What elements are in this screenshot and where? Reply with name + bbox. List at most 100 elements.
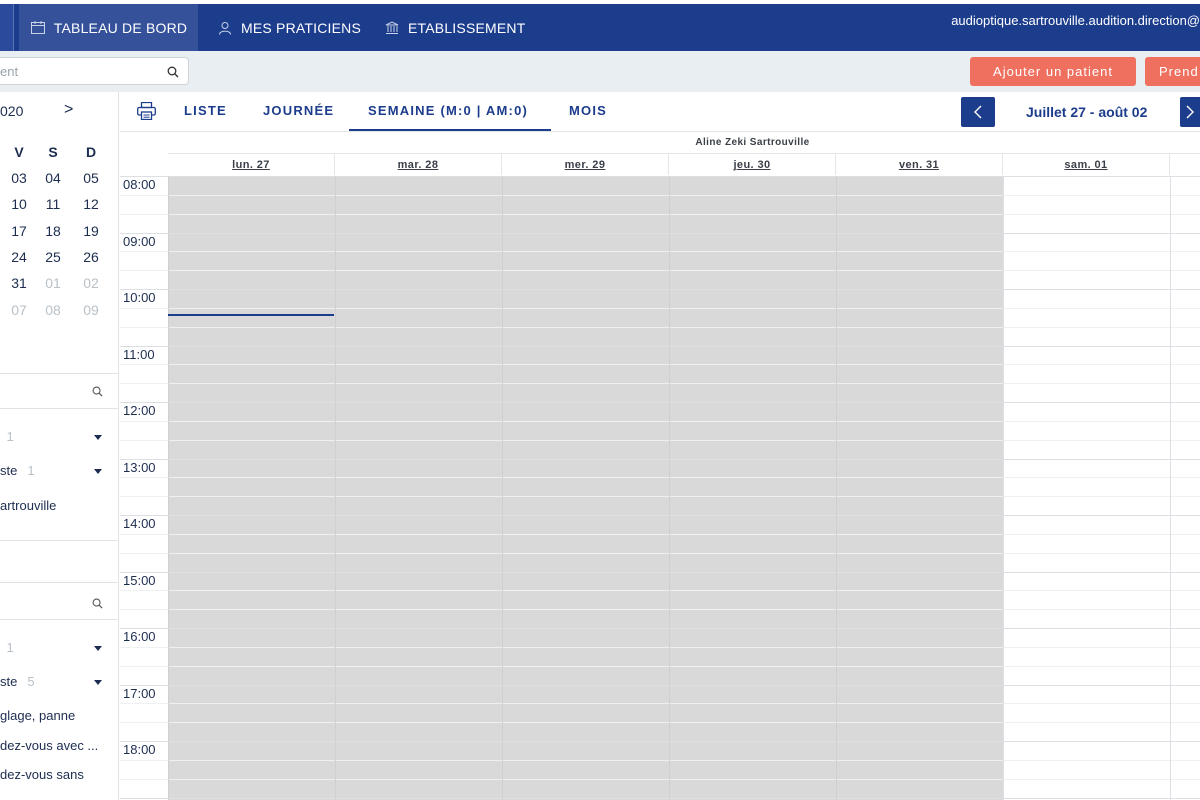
mini-calendar-day[interactable]: 01: [38, 275, 68, 291]
time-label: 11:00: [123, 346, 155, 362]
day-column-divider: [1170, 176, 1171, 800]
time-label: 15:00: [123, 572, 156, 588]
hour-gridline: [120, 402, 1200, 403]
mini-calendar-day[interactable]: 08: [38, 302, 68, 318]
list-item[interactable]: glage, panne: [0, 708, 75, 723]
filter-label: ste: [0, 674, 18, 689]
bank-icon: [384, 20, 400, 36]
mini-calendar-day[interactable]: 19: [76, 223, 106, 239]
mini-calendar-day[interactable]: 11: [38, 196, 68, 212]
mini-calendar-week: 24 25 26: [0, 249, 118, 269]
user-email[interactable]: audioptique.sartrouville.audition.direct…: [951, 13, 1200, 28]
tab-journee[interactable]: JOURNÉE: [263, 103, 334, 118]
day-header[interactable]: [1170, 153, 1200, 175]
search-placeholder: ent: [0, 64, 19, 79]
chevron-down-icon[interactable]: [94, 680, 102, 685]
slot-gridline: [120, 364, 1200, 365]
mini-calendar-day[interactable]: 07: [4, 302, 34, 318]
tab-mes-praticiens[interactable]: MES PRATICIENS: [217, 4, 361, 51]
day-header[interactable]: mer. 29: [502, 153, 669, 175]
slot-gridline: [120, 214, 1200, 215]
hour-gridline: [120, 741, 1200, 742]
hour-gridline: [120, 798, 1200, 799]
hour-gridline: [120, 176, 1200, 177]
time-label: 17:00: [123, 685, 156, 701]
mini-calendar-day[interactable]: 12: [76, 196, 106, 212]
list-item[interactable]: dez-vous avec ...: [0, 738, 98, 753]
mini-calendar-day[interactable]: 03: [4, 170, 34, 186]
mini-calendar-day[interactable]: 17: [4, 223, 34, 239]
tab-etablissement[interactable]: ETABLISSEMENT: [384, 4, 525, 51]
divider: [0, 408, 118, 409]
slot-gridline: [120, 722, 1200, 723]
current-time-indicator: [168, 314, 334, 316]
slot-gridline: [120, 590, 1200, 591]
mini-calendar-next-button[interactable]: >: [64, 101, 73, 119]
chevron-down-icon[interactable]: [94, 435, 102, 440]
mini-calendar-day[interactable]: 25: [38, 249, 68, 265]
time-label: 10:00: [123, 290, 156, 305]
chevron-left-icon: [974, 105, 982, 119]
slot-gridline: [120, 760, 1200, 761]
slot-gridline: [120, 609, 1200, 610]
calendar-icon: [30, 20, 46, 36]
hour-gridline: [120, 628, 1200, 629]
slot-gridline: [120, 251, 1200, 252]
mini-calendar-day[interactable]: 02: [76, 275, 106, 291]
take-appointment-button[interactable]: Prend: [1145, 57, 1200, 86]
hour-gridline: [120, 233, 1200, 234]
day-column-divider: [836, 176, 837, 800]
tab-liste[interactable]: LISTE: [184, 103, 227, 118]
chevron-down-icon[interactable]: [94, 469, 102, 474]
search-icon[interactable]: [92, 596, 103, 614]
filter-list[interactable]: ste 5: [0, 674, 35, 689]
search-icon[interactable]: [92, 384, 103, 402]
mini-calendar-day[interactable]: 10: [4, 196, 34, 212]
patient-search-input[interactable]: ent: [0, 57, 189, 85]
previous-week-button[interactable]: [961, 97, 995, 127]
mini-calendar-day[interactable]: 18: [38, 223, 68, 239]
mini-calendar-day[interactable]: 04: [38, 170, 68, 186]
active-tab-indicator: [349, 129, 551, 131]
mini-calendar-day[interactable]: 24: [4, 249, 34, 265]
hour-gridline: [120, 572, 1200, 573]
day-header[interactable]: jeu. 30: [669, 153, 836, 175]
time-label: 18:00: [123, 742, 156, 757]
slot-gridline: [120, 270, 1200, 271]
filter-label: ste: [0, 463, 18, 478]
day-header[interactable]: sam. 01: [1003, 153, 1170, 175]
day-column-divider: [502, 176, 503, 800]
filter-list[interactable]: ste 1: [0, 463, 35, 478]
resource-name: Aline Zeki Sartrouville: [695, 137, 810, 148]
mini-calendar-day[interactable]: 05: [76, 170, 106, 186]
weekday-label: D: [85, 144, 97, 160]
chevron-down-icon[interactable]: [94, 646, 102, 651]
mini-calendar-day[interactable]: 26: [76, 249, 106, 265]
mini-calendar-day[interactable]: 31: [4, 275, 34, 291]
day-column-divider: [335, 176, 336, 800]
slot-gridline: [120, 703, 1200, 704]
time-label: 12:00: [123, 403, 156, 418]
menu-toggle[interactable]: [0, 4, 14, 51]
add-patient-button[interactable]: Ajouter un patient: [970, 57, 1136, 86]
filter-practitioners[interactable]: '1: [0, 429, 14, 444]
printer-icon[interactable]: [137, 101, 156, 125]
slot-gridline: [120, 666, 1200, 667]
mini-calendar-week: 17 18 19: [0, 223, 118, 243]
tab-mois[interactable]: MOIS: [569, 103, 607, 118]
day-header[interactable]: lun. 27: [168, 153, 335, 175]
list-item[interactable]: dez-vous sans: [0, 767, 84, 782]
filter-count: 1: [6, 640, 14, 655]
time-label: 14:00: [123, 516, 156, 531]
next-week-button[interactable]: [1180, 97, 1200, 127]
filter-practitioners[interactable]: '1: [0, 640, 14, 655]
tab-semaine[interactable]: SEMAINE (M:0 | AM:0): [368, 103, 528, 118]
mini-calendar-day[interactable]: 09: [76, 302, 106, 318]
search-icon[interactable]: [167, 65, 179, 83]
day-header[interactable]: ven. 31: [836, 153, 1003, 175]
tab-tableau-de-bord[interactable]: TABLEAU DE BORD: [19, 4, 198, 51]
day-header[interactable]: mar. 28: [335, 153, 502, 175]
list-item[interactable]: artrouville: [0, 498, 56, 513]
weekday-label: S: [48, 144, 58, 160]
left-sidebar: 020 > V S D 03 04 05 10 11 12 17 18 19 24 25 26 31 01…: [0, 92, 119, 800]
